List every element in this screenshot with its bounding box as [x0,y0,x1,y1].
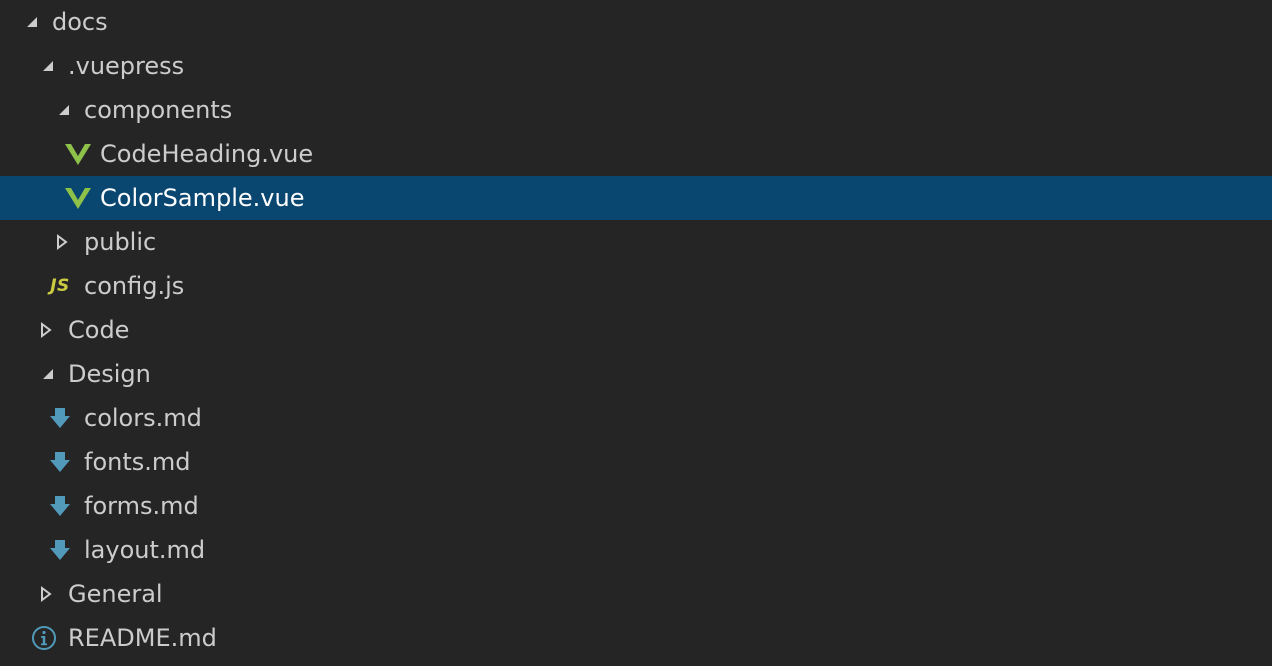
tree-item-public[interactable]: public [0,220,1272,264]
info-icon [30,616,58,660]
vue-file-icon [64,132,92,176]
chevron-right-icon[interactable] [48,220,76,264]
tree-item-vuepress[interactable]: .vuepress [0,44,1272,88]
tree-item-label: forms.md [84,492,199,520]
tree-item-colors-md[interactable]: colors.md [0,396,1272,440]
tree-item-label: General [68,580,163,608]
tree-item-code[interactable]: Code [0,308,1272,352]
chevron-down-icon[interactable] [34,352,62,396]
file-explorer-tree: docs .vuepress components CodeHeading.vu… [0,0,1272,666]
tree-item-readme-md[interactable]: README.md [0,616,1272,660]
tree-item-label: Design [68,360,151,388]
chevron-down-icon[interactable] [50,88,78,132]
tree-item-codeheading-vue[interactable]: CodeHeading.vue [0,132,1272,176]
markdown-file-icon [46,440,74,484]
tree-item-label: layout.md [84,536,206,564]
tree-item-label: README.md [68,624,217,652]
tree-item-label: .vuepress [68,52,185,80]
chevron-right-icon[interactable] [32,572,60,616]
tree-item-layout-md[interactable]: layout.md [0,528,1272,572]
tree-item-label: ColorSample.vue [100,184,305,212]
tree-item-label: Code [68,316,130,344]
tree-item-general[interactable]: General [0,572,1272,616]
tree-item-label: colors.md [84,404,202,432]
chevron-down-icon[interactable] [18,0,46,44]
tree-item-label: fonts.md [84,448,191,476]
tree-item-docs[interactable]: docs [0,0,1272,44]
chevron-right-icon[interactable] [32,308,60,352]
tree-item-label: components [84,96,233,124]
tree-item-design[interactable]: Design [0,352,1272,396]
js-file-icon: JS [46,264,74,308]
tree-item-label: docs [52,8,108,36]
tree-item-colorsample-vue[interactable]: ColorSample.vue [0,176,1272,220]
tree-item-components[interactable]: components [0,88,1272,132]
markdown-file-icon [46,528,74,572]
tree-item-label: config.js [84,272,185,300]
tree-item-label: CodeHeading.vue [100,140,314,168]
markdown-file-icon [46,484,74,528]
tree-item-fonts-md[interactable]: fonts.md [0,440,1272,484]
chevron-down-icon[interactable] [34,44,62,88]
js-badge: JS [50,276,70,296]
tree-item-label: public [84,228,157,256]
vue-file-icon [64,176,92,220]
tree-item-config-js[interactable]: JS config.js [0,264,1272,308]
markdown-file-icon [46,396,74,440]
tree-item-forms-md[interactable]: forms.md [0,484,1272,528]
